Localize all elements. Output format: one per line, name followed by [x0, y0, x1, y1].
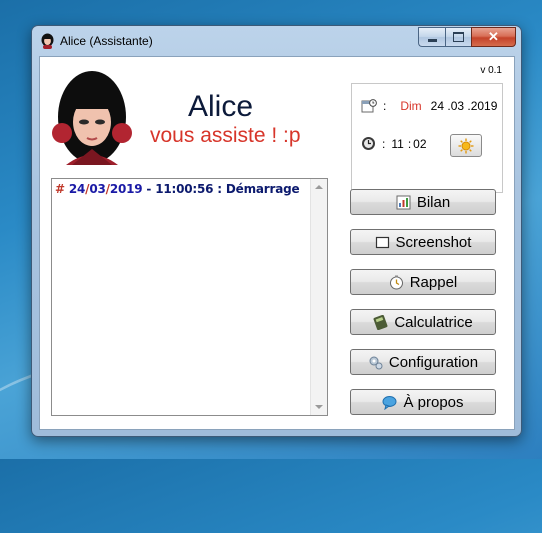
log-entry-year: 2019 — [109, 182, 143, 196]
theme-button[interactable] — [450, 134, 482, 157]
hour-value: 11 — [391, 136, 404, 151]
log-entry: # 24/03/2019 - 11:00:56 : Démarrage — [55, 182, 300, 196]
rappel-button[interactable]: Rappel — [350, 269, 496, 295]
window-title: Alice (Assistante) — [60, 34, 153, 48]
log-scrollbar[interactable] — [310, 179, 327, 415]
scroll-down-icon[interactable] — [315, 405, 323, 409]
minimize-icon — [427, 38, 437, 42]
assistant-tagline: vous assiste ! :p — [150, 124, 301, 147]
clock-icon — [362, 137, 375, 150]
assistant-name: Alice — [188, 90, 254, 123]
calculator-icon — [373, 314, 388, 330]
caption-buttons: ✕ — [418, 27, 516, 47]
screenshot-icon — [375, 236, 389, 248]
configuration-button[interactable]: Configuration — [350, 349, 496, 375]
maximize-icon — [453, 32, 464, 42]
date-value: 24 .03 .2019 — [430, 99, 498, 113]
app-window: Alice (Assistante) ✕ v 0.1 Alice vous as… — [31, 25, 522, 437]
minimize-button[interactable] — [418, 27, 445, 47]
day-label: Dim — [400, 99, 422, 113]
apropos-label: À propos — [403, 393, 464, 411]
screenshot-button[interactable]: Screenshot — [350, 229, 496, 255]
configuration-label: Configuration — [388, 353, 479, 371]
calculatrice-label: Calculatrice — [394, 313, 473, 331]
rappel-label: Rappel — [409, 273, 458, 291]
sun-icon — [458, 138, 474, 153]
calendar-icon — [361, 99, 377, 113]
client-area: v 0.1 Alice vous assiste ! :p: Dim 24 .… — [39, 56, 515, 430]
gear-icon — [369, 356, 383, 369]
version-label: v 0.1 — [480, 65, 502, 76]
maximize-button[interactable] — [445, 27, 471, 47]
scroll-up-icon[interactable] — [315, 185, 323, 189]
log-entry-dash: - — [142, 182, 156, 196]
date-time-panel: : Dim 24 .03 .2019 : 11 : 02 — [351, 83, 503, 193]
bilan-label: Bilan — [416, 193, 451, 211]
log-panel[interactable]: # 24/03/2019 - 11:00:56 : Démarrage — [51, 178, 328, 416]
close-icon: ✕ — [488, 29, 499, 44]
close-button[interactable]: ✕ — [471, 27, 516, 47]
time-separator: : — [382, 136, 386, 151]
calculatrice-button[interactable]: Calculatrice — [350, 309, 496, 335]
date-row: : Dim 24 .03 .2019 — [361, 98, 497, 114]
apropos-button[interactable]: À propos — [350, 389, 496, 415]
log-entry-time: 11:00:56 — [155, 182, 214, 196]
alice-avatar — [52, 71, 132, 165]
minute-value: 02 — [413, 136, 427, 151]
title-bar[interactable]: Alice (Assistante) ✕ — [32, 26, 521, 56]
log-entry-day: 24 — [68, 182, 86, 196]
log-entry-colon: : — [213, 182, 226, 196]
speech-bubble-icon — [382, 395, 397, 410]
log-entry-marker: # — [55, 182, 65, 196]
timer-icon — [389, 275, 403, 289]
time-row: : 11 : 02 — [361, 136, 427, 151]
log-entry-month: 03 — [89, 182, 106, 196]
screenshot-label: Screenshot — [395, 233, 472, 251]
bilan-button[interactable]: Bilan — [350, 189, 496, 215]
log-entry-event: Démarrage — [225, 182, 300, 196]
app-avatar-icon — [41, 33, 54, 49]
chart-icon — [396, 195, 411, 209]
hour-minute-colon: : — [407, 136, 412, 151]
date-separator: : — [383, 99, 387, 113]
